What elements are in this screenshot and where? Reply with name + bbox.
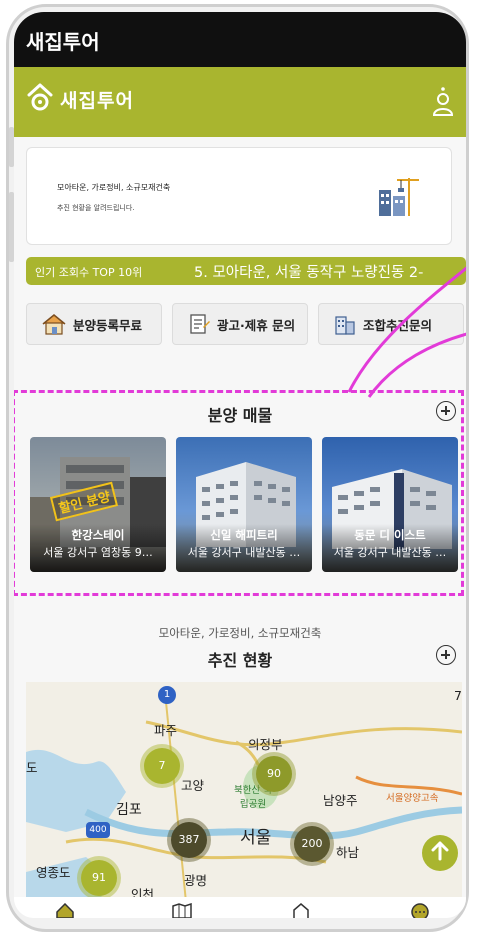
document-icon [187, 313, 211, 335]
map-cluster[interactable]: 7 [144, 748, 180, 784]
phone-screen: 새집투어 새집투어 모아타운, 가로정비, 소규모재건축 추진 현황을 알려드립… [14, 12, 466, 918]
user-icon[interactable] [432, 87, 454, 121]
map-label-highway: 서울양양고속 [386, 793, 439, 804]
home-icon[interactable] [56, 902, 74, 918]
main-content: 모아타운, 가로정비, 소규모재건축 추진 현황을 알려드립니다. 인기 조회수… [14, 137, 466, 902]
progress-caption: 모아타운, 가로정비, 소규모재건축 [158, 626, 322, 640]
status-bar: 새집투어 [14, 12, 466, 67]
cluster-count: 7 [158, 759, 166, 772]
map-cluster[interactable]: 200 [294, 826, 330, 862]
map-icon[interactable] [172, 902, 192, 918]
banner-subtitle: 추진 현황을 알려드립니다. [57, 204, 135, 212]
house-icon [41, 313, 67, 335]
cluster-count: 91 [92, 871, 106, 884]
building-crane-icon [373, 174, 421, 222]
map-label: 고양 [181, 778, 205, 793]
progress-section-title: 추진 현황 [207, 651, 273, 670]
map-cluster[interactable]: 387 [171, 822, 207, 858]
free-listing-label: 분양등록무료 [73, 317, 143, 333]
map-label: 남양주 [323, 793, 358, 808]
status-bar-title: 새집투어 [26, 30, 100, 54]
union-inquiry-button[interactable]: 조합추진문의 [318, 303, 464, 345]
route-badge-number: 400 [89, 825, 107, 835]
map-cluster[interactable]: 91 [81, 860, 117, 896]
house-outline-icon[interactable] [292, 903, 310, 918]
ticker-text: 5. 모아타운, 서울 동작구 노량진동 2- [194, 265, 424, 281]
logo-house-icon [26, 82, 54, 116]
apartment-icon [333, 313, 357, 335]
ad-partnership-label: 광고·제휴 문의 [217, 317, 296, 333]
ticker-label: 인기 조회수 TOP 10위 [35, 266, 143, 279]
route-badge-number: 1 [163, 689, 171, 700]
free-listing-button[interactable]: 분양등록무료 [26, 303, 162, 345]
progress-more-plus-icon[interactable] [436, 645, 456, 665]
route-badge: 400 [86, 822, 110, 838]
ad-partnership-button[interactable]: 광고·제휴 문의 [172, 303, 308, 345]
progress-map[interactable]: 파주 의정부 고양 북한산 국립공원 김포 남양주 서울 하남 영종도 광명 인… [26, 682, 462, 902]
arrow-up-icon [431, 841, 449, 865]
popular-ticker[interactable]: 인기 조회수 TOP 10위 5. 모아타운, 서울 동작구 노량진동 2- [26, 257, 466, 285]
scroll-top-button[interactable] [422, 835, 458, 871]
route-badge: 1 [158, 686, 176, 704]
cluster-count: 387 [178, 833, 200, 846]
map-label: 7 [454, 688, 462, 703]
map-label: 의정부 [248, 737, 283, 752]
map-label: 광명 [184, 873, 208, 888]
app-logo[interactable]: 새집투어 [26, 82, 134, 116]
cluster-count: 90 [267, 767, 281, 780]
map-label: 영종도 [36, 865, 71, 880]
bottom-nav [14, 897, 466, 918]
app-bar: 새집투어 [14, 67, 466, 137]
banner-title: 모아타운, 가로정비, 소규모재건축 [57, 183, 171, 192]
map-label: 도 [26, 760, 38, 775]
logo-text: 새집투어 [60, 89, 134, 112]
map-label: 파주 [154, 723, 178, 738]
map-label: 하남 [336, 845, 360, 860]
union-inquiry-label: 조합추진문의 [363, 317, 433, 333]
map-cluster[interactable]: 90 [256, 756, 292, 792]
map-label-seoul: 서울 [240, 828, 272, 848]
promo-banner[interactable]: 모아타운, 가로정비, 소규모재건축 추진 현황을 알려드립니다. [26, 147, 452, 245]
chat-icon[interactable] [410, 903, 430, 918]
highlight-box [14, 390, 464, 596]
cluster-count: 200 [301, 837, 323, 850]
map-label: 김포 [116, 802, 142, 818]
